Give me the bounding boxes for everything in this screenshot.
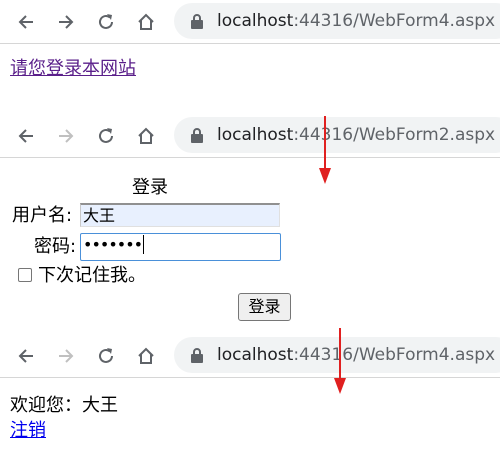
login-link[interactable]: 请您登录本网站: [10, 58, 136, 80]
username-label: 用户名:: [12, 205, 73, 226]
reload-icon[interactable]: [94, 344, 118, 368]
home-icon[interactable]: [134, 344, 158, 368]
address-bar[interactable]: localhost:44316/WebForm2.aspx: [174, 117, 500, 153]
username-input[interactable]: 大王: [80, 203, 280, 227]
url-text: localhost:44316/WebForm4.aspx: [217, 345, 496, 365]
arrow-down-icon: [334, 328, 346, 394]
login-title: 登录: [132, 177, 168, 198]
browser-toolbar-1: localhost:44316/WebForm4.aspx: [0, 0, 500, 44]
remember-me-checkbox[interactable]: [18, 268, 32, 282]
url-text: localhost:44316/WebForm2.aspx: [217, 125, 496, 145]
forward-icon[interactable]: [54, 124, 78, 148]
reload-icon[interactable]: [94, 10, 118, 34]
reload-icon[interactable]: [94, 124, 118, 148]
home-icon[interactable]: [134, 124, 158, 148]
welcome-text: 欢迎您：大王: [10, 395, 118, 416]
url-text: localhost:44316/WebForm4.aspx: [217, 11, 496, 31]
lock-icon: [191, 14, 203, 29]
password-label: 密码:: [34, 236, 77, 257]
lock-icon: [191, 128, 203, 143]
login-submit-button[interactable]: 登录: [238, 293, 291, 321]
password-input[interactable]: •••••••: [80, 233, 281, 261]
back-icon[interactable]: [14, 344, 38, 368]
browser-toolbar-2: localhost:44316/WebForm2.aspx: [0, 114, 500, 158]
arrow-down-icon: [319, 116, 331, 184]
address-bar[interactable]: localhost:44316/WebForm4.aspx: [174, 3, 500, 39]
back-icon[interactable]: [14, 10, 38, 34]
back-icon[interactable]: [14, 124, 38, 148]
logout-link[interactable]: 注销: [10, 420, 46, 442]
forward-icon[interactable]: [54, 10, 78, 34]
home-icon[interactable]: [134, 10, 158, 34]
remember-me-label: 下次记住我。: [38, 265, 146, 286]
forward-icon[interactable]: [54, 344, 78, 368]
browser-toolbar-3: localhost:44316/WebForm4.aspx: [0, 334, 500, 378]
lock-icon: [191, 348, 203, 363]
